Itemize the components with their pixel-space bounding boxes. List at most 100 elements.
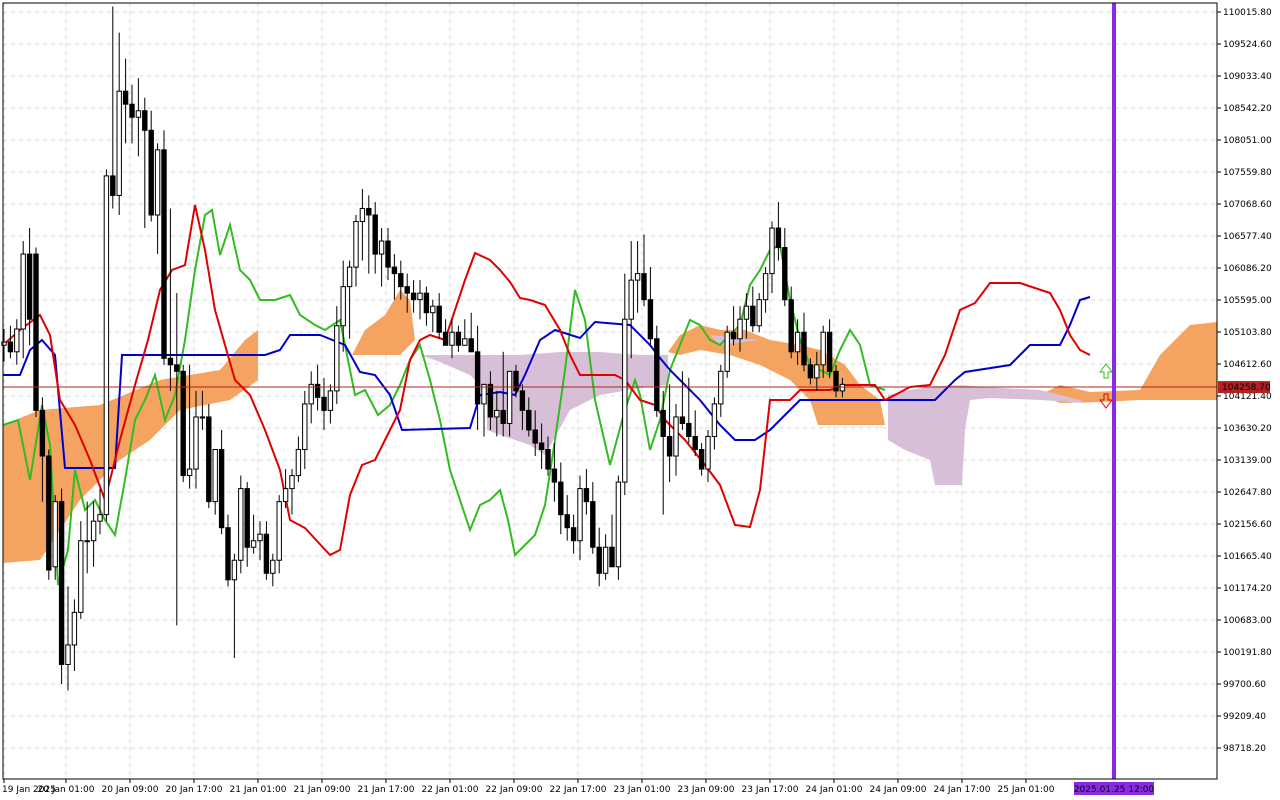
- x-tick-label: 21 Jan 01:00: [230, 785, 287, 795]
- candle-body-bull: [334, 325, 340, 392]
- candle-body-bear: [366, 207, 372, 216]
- candle-body-bull: [289, 475, 295, 490]
- candle-body-bull: [417, 292, 423, 301]
- chart-canvas[interactable]: 110015.80 109524.60 109033.40 108542.20 1080…: [0, 0, 1280, 800]
- candle-body-bull: [353, 220, 359, 268]
- candle-body-bull: [378, 240, 385, 255]
- candle-body-bear: [398, 273, 404, 288]
- x-tick-label: 22 Jan 09:00: [486, 785, 543, 795]
- candle-body-bear: [801, 331, 807, 366]
- candle-body-bull: [615, 481, 622, 568]
- candle-body-bull: [756, 299, 762, 327]
- candle-body-bear: [782, 247, 788, 301]
- y-tick-label: 110015.80: [1223, 8, 1272, 18]
- candle-body-bull: [359, 207, 366, 222]
- candle-body-bear: [538, 442, 545, 451]
- candle-body-bear: [321, 396, 327, 411]
- candle-body-bear: [218, 449, 225, 529]
- candle-body-bear: [679, 416, 686, 424]
- candle-body-bull: [449, 331, 455, 346]
- candle: [161, 130, 167, 365]
- candle-body-bull: [186, 468, 193, 477]
- candle-body-bear: [58, 501, 65, 665]
- candle-body-bear: [225, 527, 231, 581]
- ichimoku-chart: 110015.80 109524.60 109033.40 108542.20 1080…: [0, 0, 1280, 800]
- candle-body-bull: [628, 279, 634, 320]
- candle-body-bull: [257, 533, 263, 542]
- candle-body-bull: [769, 227, 775, 275]
- candle-body-bear: [110, 175, 116, 196]
- candle-body-bull: [705, 435, 711, 470]
- y-tick-label: 105103.80: [1223, 328, 1272, 338]
- current-price-label: 104258.70: [1222, 383, 1271, 393]
- y-tick-label: 103139.00: [1223, 456, 1272, 466]
- y-tick-label: 100683.00: [1223, 616, 1272, 626]
- candle-body-bear: [551, 468, 558, 483]
- candle-body-bear: [526, 409, 532, 431]
- y-tick-label: 109524.60: [1223, 40, 1272, 50]
- candle: [58, 488, 65, 685]
- candle-body-bear: [532, 429, 538, 444]
- y-tick-label: 108542.20: [1223, 104, 1272, 114]
- candle-body-bear: [314, 383, 321, 398]
- candle-body-bear: [487, 383, 494, 418]
- candle-body-bear: [161, 149, 167, 359]
- candle-body-bull: [84, 540, 90, 543]
- x-tick-label: 20 Jan 17:00: [166, 785, 223, 795]
- candle-body-bear: [39, 409, 46, 457]
- x-tick-label: 25 Jan 01:00: [998, 785, 1055, 795]
- candle-body-bull: [270, 559, 276, 574]
- candle-body-bull: [14, 328, 20, 353]
- y-tick-label: 107559.80: [1223, 168, 1272, 178]
- candle: [46, 449, 52, 580]
- y-tick-label: 104612.60: [1223, 360, 1272, 370]
- candle-body-bull: [276, 501, 282, 561]
- candle-body-bear: [244, 488, 250, 548]
- candle-body-bear: [372, 214, 378, 255]
- x-tick-label: 21 Jan 17:00: [358, 785, 415, 795]
- candle-body-bear: [641, 273, 647, 301]
- y-tick-label: 106086.20: [1223, 264, 1272, 274]
- x-tick-label: 23 Jan 01:00: [614, 785, 671, 795]
- y-tick-label: 99700.60: [1223, 680, 1266, 690]
- candle-body-bull: [346, 266, 353, 288]
- candle-body-bear: [263, 533, 270, 574]
- candle-body-bull: [212, 449, 218, 503]
- candle-body-bull: [711, 403, 718, 437]
- y-tick-label: 106577.40: [1223, 232, 1272, 242]
- candle-body-bull: [673, 416, 679, 457]
- candle-body-bull: [622, 318, 628, 483]
- y-tick-label: 107068.60: [1223, 200, 1272, 210]
- candle-body-bear: [26, 253, 33, 320]
- candle-body-bull: [839, 383, 846, 392]
- y-tick-label: 103630.20: [1223, 424, 1272, 434]
- candle-body-bull: [327, 390, 334, 411]
- candle-body-bear: [513, 370, 519, 392]
- candle-body-bear: [558, 481, 564, 516]
- candle-body-bull: [231, 559, 238, 581]
- candle-body-bear: [609, 546, 615, 568]
- candle-body-bull: [634, 273, 641, 281]
- candle-body-bear: [7, 341, 14, 353]
- candle-body-bear: [750, 305, 756, 327]
- candle-body-bear: [698, 449, 705, 470]
- candle-body-bull: [762, 273, 769, 301]
- candle-body-bull: [116, 90, 122, 196]
- candle-body-bear: [436, 305, 442, 333]
- candle: [103, 169, 110, 522]
- current-price-tag: 104258.70: [1218, 381, 1271, 394]
- candle-body-bear: [788, 299, 794, 353]
- x-tick-label: 22 Jan 17:00: [550, 785, 607, 795]
- candle-body-bear: [583, 488, 590, 503]
- candle-body-bear: [385, 240, 391, 268]
- candle-body-bull: [724, 331, 730, 372]
- candle-body-bull: [103, 175, 110, 516]
- candle-body-bear: [660, 409, 666, 437]
- x-tick-label: 20 Jan 09:00: [102, 785, 159, 795]
- candle-body-bear: [455, 331, 462, 346]
- candle-body-bull: [250, 540, 257, 548]
- candle-body-bear: [570, 527, 577, 542]
- candle: [206, 403, 212, 509]
- candle-body-bull: [743, 305, 750, 320]
- candle-body-bull: [78, 540, 84, 613]
